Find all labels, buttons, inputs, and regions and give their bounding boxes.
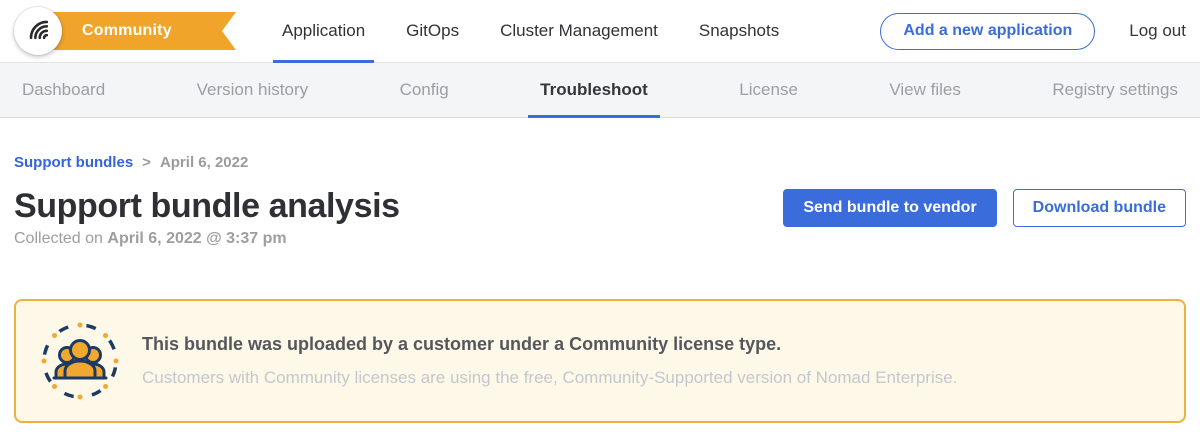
tab-version-history[interactable]: Version history: [197, 63, 309, 117]
brand: Community Edition: [14, 5, 236, 57]
community-license-banner: This bundle was uploaded by a customer u…: [14, 299, 1186, 423]
breadcrumb: Support bundles > April 6, 2022: [14, 154, 1186, 171]
breadcrumb-support-bundles-link[interactable]: Support bundles: [14, 154, 133, 171]
page-header-row: Support bundle analysis Collected on Apr…: [14, 187, 1186, 248]
tab-license[interactable]: License: [739, 63, 798, 117]
add-new-application-button[interactable]: Add a new application: [880, 13, 1095, 50]
tab-troubleshoot[interactable]: Troubleshoot: [540, 63, 648, 117]
page-title: Support bundle analysis: [14, 187, 400, 225]
nav-item-application[interactable]: Application: [282, 0, 365, 62]
nav-right-group: Add a new application Log out: [880, 13, 1186, 50]
community-people-icon: [40, 321, 120, 401]
community-edition-badge: Community Edition: [44, 12, 236, 50]
nav-item-snapshots[interactable]: Snapshots: [699, 0, 779, 62]
main-content: Support bundles > April 6, 2022 Support …: [0, 118, 1200, 423]
collected-date: April 6, 2022 @ 3:37 pm: [107, 230, 286, 247]
page-title-block: Support bundle analysis Collected on Apr…: [14, 187, 400, 248]
log-out-link[interactable]: Log out: [1129, 21, 1186, 41]
banner-text-block: This bundle was uploaded by a customer u…: [142, 334, 957, 388]
tab-config[interactable]: Config: [400, 63, 449, 117]
breadcrumb-current: April 6, 2022: [160, 154, 248, 171]
bundle-actions: Send bundle to vendor Download bundle: [783, 189, 1186, 227]
replicated-logo-icon: [24, 15, 52, 48]
nav-item-cluster-management[interactable]: Cluster Management: [500, 0, 658, 62]
collected-prefix: Collected on: [14, 230, 107, 247]
download-bundle-button[interactable]: Download bundle: [1013, 189, 1186, 227]
tab-registry-settings[interactable]: Registry settings: [1052, 63, 1178, 117]
banner-subtitle: Customers with Community licenses are us…: [142, 368, 957, 388]
send-bundle-to-vendor-button[interactable]: Send bundle to vendor: [783, 189, 996, 227]
top-navbar: Community Edition Application GitOps Clu…: [0, 0, 1200, 63]
breadcrumb-separator: >: [142, 154, 151, 171]
tab-dashboard[interactable]: Dashboard: [22, 63, 105, 117]
nav-item-gitops[interactable]: GitOps: [406, 0, 459, 62]
app-tab-bar: Dashboard Version history Config Trouble…: [0, 63, 1200, 118]
collected-timestamp: Collected on April 6, 2022 @ 3:37 pm: [14, 230, 400, 248]
primary-nav: Application GitOps Cluster Management Sn…: [282, 0, 779, 62]
tab-view-files[interactable]: View files: [889, 63, 961, 117]
banner-title: This bundle was uploaded by a customer u…: [142, 334, 957, 355]
app-logo[interactable]: [14, 7, 62, 55]
